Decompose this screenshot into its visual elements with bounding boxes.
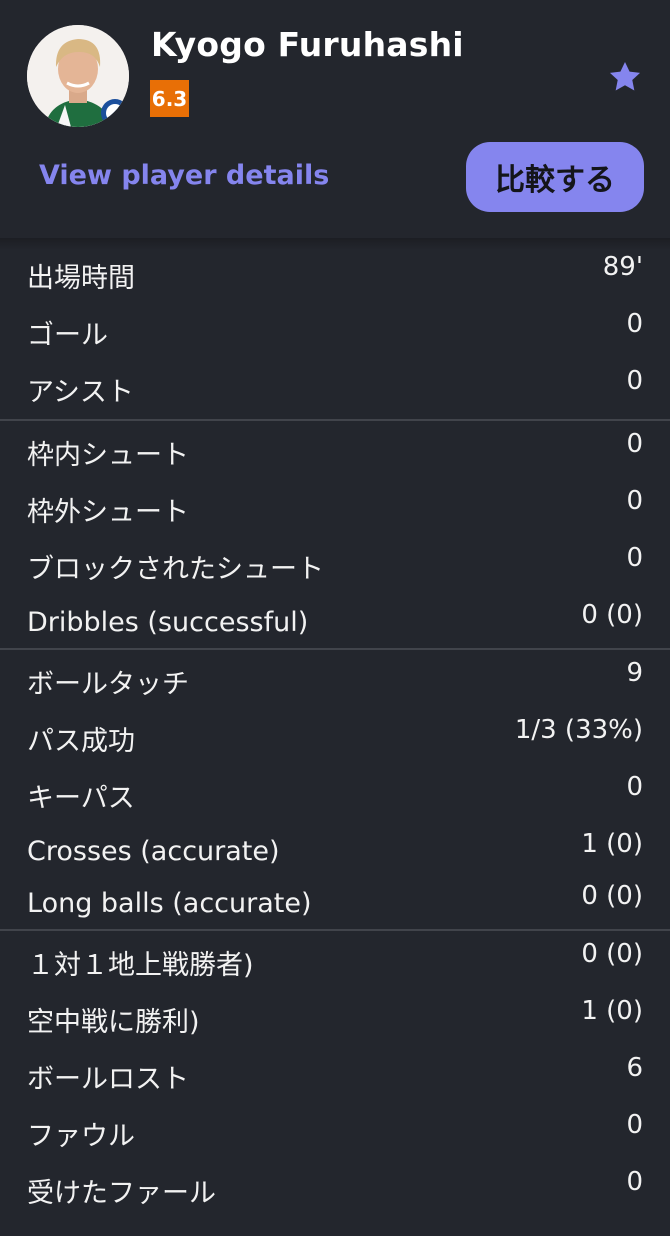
stat-value: 1/3 (33%): [514, 715, 643, 745]
stat-row-dribbles: Dribbles (successful) 0 (0): [0, 594, 670, 646]
stat-value: 1 (0): [581, 829, 643, 859]
stat-row-ground-duels: １対１地上戦勝者) 0 (0): [0, 933, 670, 990]
stat-row-aerial-duels: 空中戦に勝利) 1 (0): [0, 990, 670, 1047]
stat-label: ボールタッチ: [27, 669, 189, 700]
stat-value: 0: [626, 366, 643, 396]
stat-label: １対１地上戦勝者): [27, 950, 254, 981]
stat-row-shots-on-target: 枠内シュート 0: [0, 423, 670, 480]
stat-label: ブロックされたシュート: [27, 554, 324, 585]
player-header: Kyogo Furuhashi 6.3 View player details …: [0, 0, 670, 238]
stat-label: ゴール: [27, 320, 108, 351]
stat-value: 0 (0): [581, 881, 643, 911]
stat-row-fouls: ファウル 0: [0, 1104, 670, 1161]
stat-value: 0: [626, 543, 643, 573]
stat-row-accurate-passes: パス成功 1/3 (33%): [0, 709, 670, 766]
stat-row-fouls-drawn: 受けたファール 0: [0, 1161, 670, 1218]
stat-value: 6: [626, 1053, 643, 1083]
player-avatar: [27, 25, 129, 127]
stat-label: 空中戦に勝利): [27, 1007, 200, 1038]
stats-group-passing: ボールタッチ 9 パス成功 1/3 (33%) キーパス 0 Crosses (…: [0, 650, 670, 931]
stat-value: 0: [626, 1167, 643, 1197]
compare-button[interactable]: 比較する: [466, 142, 644, 212]
stat-label: 枠内シュート: [27, 440, 189, 471]
stat-value: 0: [626, 1110, 643, 1140]
stat-label: パス成功: [27, 726, 135, 757]
rating-badge: 6.3: [150, 80, 189, 117]
stat-label: キーパス: [27, 783, 135, 814]
stats-group-duels: １対１地上戦勝者) 0 (0) 空中戦に勝利) 1 (0) ボールロスト 6 フ…: [0, 931, 670, 1220]
stat-label: 出場時間: [27, 263, 135, 294]
stat-row-long-balls: Long balls (accurate) 0 (0): [0, 875, 670, 927]
stat-label: Crosses (accurate): [27, 836, 280, 867]
stat-label: Long balls (accurate): [27, 888, 312, 919]
stat-value: 0: [626, 772, 643, 802]
view-player-details-link[interactable]: View player details: [39, 160, 329, 191]
stat-label: 受けたファール: [27, 1178, 216, 1209]
stat-label: ボールロスト: [27, 1064, 189, 1095]
stat-row-goals: ゴール 0: [0, 303, 670, 360]
star-icon[interactable]: [606, 58, 644, 96]
stat-value: 0: [626, 486, 643, 516]
stats-group-playing-time: 出場時間 89' ゴール 0 アシスト 0: [0, 244, 670, 421]
stat-value: 89': [602, 252, 643, 282]
stat-value: 1 (0): [581, 996, 643, 1026]
stat-row-assists: アシスト 0: [0, 360, 670, 417]
stat-row-crosses: Crosses (accurate) 1 (0): [0, 823, 670, 875]
stat-value: 0 (0): [581, 939, 643, 969]
stat-value: 0: [626, 309, 643, 339]
stat-label: 枠外シュート: [27, 497, 189, 528]
stat-value: 0: [626, 429, 643, 459]
stat-label: Dribbles (successful): [27, 607, 309, 638]
stat-row-minutes: 出場時間 89': [0, 246, 670, 303]
stat-row-blocked-shots: ブロックされたシュート 0: [0, 537, 670, 594]
stat-row-touches: ボールタッチ 9: [0, 652, 670, 709]
stat-value: 9: [626, 658, 643, 688]
stat-row-possession-lost: ボールロスト 6: [0, 1047, 670, 1104]
stat-value: 0 (0): [581, 600, 643, 630]
stat-row-key-passes: キーパス 0: [0, 766, 670, 823]
stat-row-shots-off-target: 枠外シュート 0: [0, 480, 670, 537]
stat-label: ファウル: [27, 1121, 135, 1152]
player-name: Kyogo Furuhashi: [151, 25, 464, 64]
stats-group-shooting: 枠内シュート 0 枠外シュート 0 ブロックされたシュート 0 Dribbles…: [0, 421, 670, 650]
stats-list: 出場時間 89' ゴール 0 アシスト 0 枠内シュート 0 枠外シュート 0 …: [0, 244, 670, 1220]
stat-label: アシスト: [27, 377, 134, 408]
